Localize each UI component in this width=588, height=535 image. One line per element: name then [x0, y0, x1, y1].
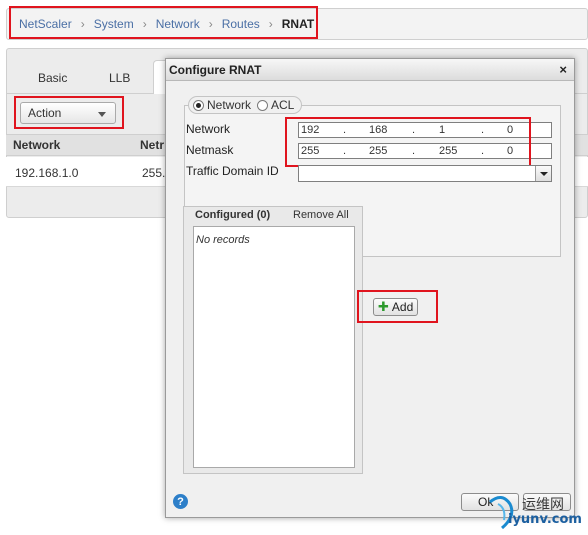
- cell-network: 192.168.1.0: [15, 166, 79, 180]
- tab-llb[interactable]: LLB: [109, 71, 130, 85]
- watermark-cn: 运维网: [522, 497, 564, 513]
- column-netmask[interactable]: Netr: [140, 138, 164, 152]
- radio-network[interactable]: [193, 99, 204, 111]
- remove-all-link[interactable]: Remove All: [293, 209, 349, 221]
- radio-acl[interactable]: [257, 99, 269, 111]
- configured-count-label: Configured (0): [195, 209, 271, 221]
- radio-network-label[interactable]: Network: [207, 98, 251, 112]
- dialog-title: Configure RNAT: [169, 63, 262, 77]
- configured-list[interactable]: [193, 226, 355, 468]
- highlight-breadcrumb: [9, 6, 318, 39]
- close-icon[interactable]: ×: [559, 62, 567, 77]
- highlight-add: [357, 290, 438, 323]
- dropdown-arrow-icon[interactable]: [535, 166, 551, 181]
- help-icon[interactable]: ?: [173, 494, 188, 509]
- traffic-domain-label: Traffic Domain ID: [186, 164, 279, 178]
- radio-acl-label[interactable]: ACL: [271, 98, 294, 112]
- no-records-text: No records: [196, 234, 250, 246]
- tab-basic[interactable]: Basic: [38, 71, 67, 85]
- dialog-title-bar[interactable]: Configure RNAT ×: [166, 59, 574, 81]
- highlight-ip-fields: [285, 117, 531, 167]
- highlight-action: [14, 96, 124, 129]
- column-network[interactable]: Network: [13, 138, 60, 152]
- watermark-site: iyunv.com: [508, 512, 582, 527]
- traffic-domain-select[interactable]: [298, 165, 552, 182]
- rnat-type-radio-group: Network ACL: [188, 96, 302, 114]
- netmask-label: Netmask: [186, 143, 234, 157]
- site-watermark: 运维网 iyunv.com: [488, 494, 588, 532]
- network-label: Network: [186, 122, 231, 136]
